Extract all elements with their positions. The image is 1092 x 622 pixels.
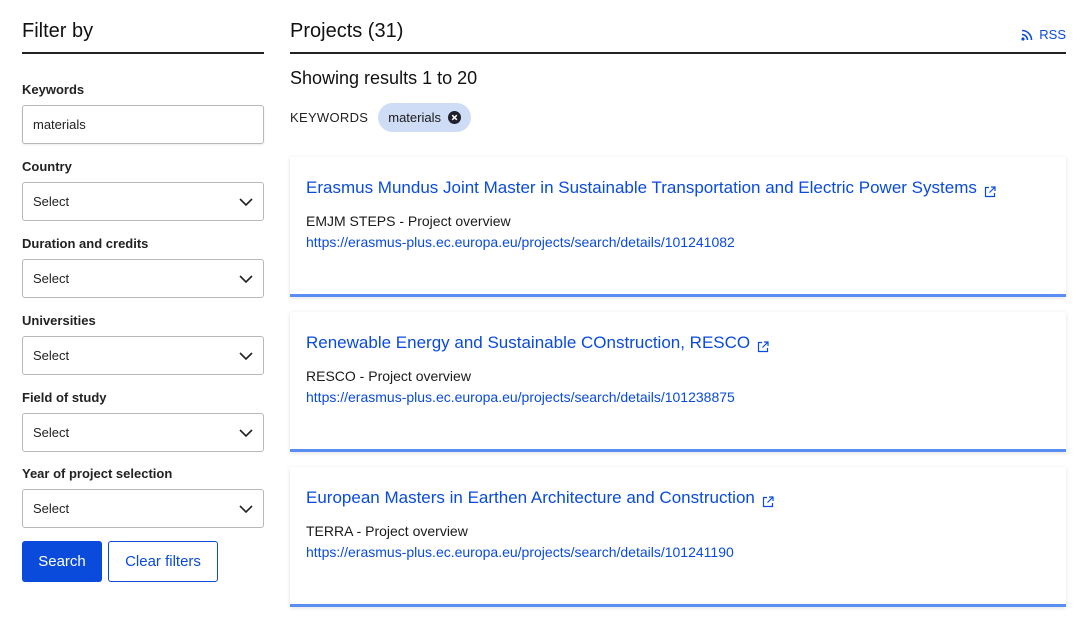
duration-label: Duration and credits bbox=[22, 236, 149, 251]
active-filters: KEYWORDS materials bbox=[290, 103, 471, 132]
project-card: Renewable Energy and Sustainable COnstru… bbox=[290, 312, 1066, 452]
active-filter-chip[interactable]: materials bbox=[378, 103, 471, 132]
chevron-down-icon bbox=[239, 197, 253, 207]
filter-sidebar: Filter by Keywords Country Select Durati… bbox=[22, 0, 264, 582]
external-link-icon bbox=[984, 182, 996, 198]
active-filter-label: KEYWORDS bbox=[290, 110, 369, 125]
project-subtitle: EMJM STEPS - Project overview bbox=[306, 213, 511, 229]
chevron-down-icon bbox=[239, 504, 253, 514]
project-url-link[interactable]: https://erasmus-plus.ec.europa.eu/projec… bbox=[306, 544, 734, 560]
project-title-link[interactable]: Erasmus Mundus Joint Master in Sustainab… bbox=[306, 177, 996, 199]
chevron-down-icon bbox=[239, 274, 253, 284]
field-of-study-label: Field of study bbox=[22, 390, 107, 405]
clear-filters-button[interactable]: Clear filters bbox=[108, 541, 218, 582]
filter-title: Filter by bbox=[22, 0, 264, 54]
project-url-link[interactable]: https://erasmus-plus.ec.europa.eu/projec… bbox=[306, 389, 735, 405]
universities-select[interactable]: Select bbox=[22, 336, 264, 375]
chevron-down-icon bbox=[239, 351, 253, 361]
search-button[interactable]: Search bbox=[22, 541, 102, 582]
duration-select-value: Select bbox=[33, 271, 70, 286]
country-label: Country bbox=[22, 159, 72, 174]
year-select-value: Select bbox=[33, 501, 70, 516]
rss-label: RSS bbox=[1039, 27, 1066, 42]
project-card: Erasmus Mundus Joint Master in Sustainab… bbox=[290, 157, 1066, 297]
project-title-link[interactable]: Renewable Energy and Sustainable COnstru… bbox=[306, 332, 769, 354]
results-panel: Projects (31) RSS Showing results 1 to 2… bbox=[290, 0, 1066, 607]
project-title: Erasmus Mundus Joint Master in Sustainab… bbox=[306, 178, 977, 197]
rss-link[interactable]: RSS bbox=[1021, 27, 1066, 42]
project-subtitle: RESCO - Project overview bbox=[306, 368, 471, 384]
external-link-icon bbox=[762, 492, 774, 508]
project-title-link[interactable]: European Masters in Earthen Architecture… bbox=[306, 487, 774, 509]
duration-select[interactable]: Select bbox=[22, 259, 264, 298]
rss-icon bbox=[1021, 29, 1033, 41]
project-card: European Masters in Earthen Architecture… bbox=[290, 467, 1066, 607]
keywords-label: Keywords bbox=[22, 82, 85, 97]
project-title: European Masters in Earthen Architecture… bbox=[306, 488, 755, 507]
page-title: Projects (31) bbox=[290, 20, 404, 42]
results-header: Projects (31) RSS bbox=[290, 0, 1066, 54]
project-url-link[interactable]: https://erasmus-plus.ec.europa.eu/projec… bbox=[306, 234, 735, 250]
project-title: Renewable Energy and Sustainable COnstru… bbox=[306, 333, 751, 352]
chevron-down-icon bbox=[239, 428, 253, 438]
project-subtitle: TERRA - Project overview bbox=[306, 523, 468, 539]
field-of-study-select-value: Select bbox=[33, 425, 70, 440]
year-select[interactable]: Select bbox=[22, 489, 264, 528]
results-count: Showing results 1 to 20 bbox=[290, 68, 478, 88]
universities-label: Universities bbox=[22, 313, 96, 328]
keywords-input[interactable] bbox=[22, 105, 264, 144]
country-select-value: Select bbox=[33, 194, 70, 209]
close-icon[interactable] bbox=[448, 111, 461, 124]
external-link-icon bbox=[757, 337, 769, 353]
year-label: Year of project selection bbox=[22, 466, 173, 481]
country-select[interactable]: Select bbox=[22, 182, 264, 221]
universities-select-value: Select bbox=[33, 348, 70, 363]
chip-label: materials bbox=[388, 110, 441, 125]
field-of-study-select[interactable]: Select bbox=[22, 413, 264, 452]
